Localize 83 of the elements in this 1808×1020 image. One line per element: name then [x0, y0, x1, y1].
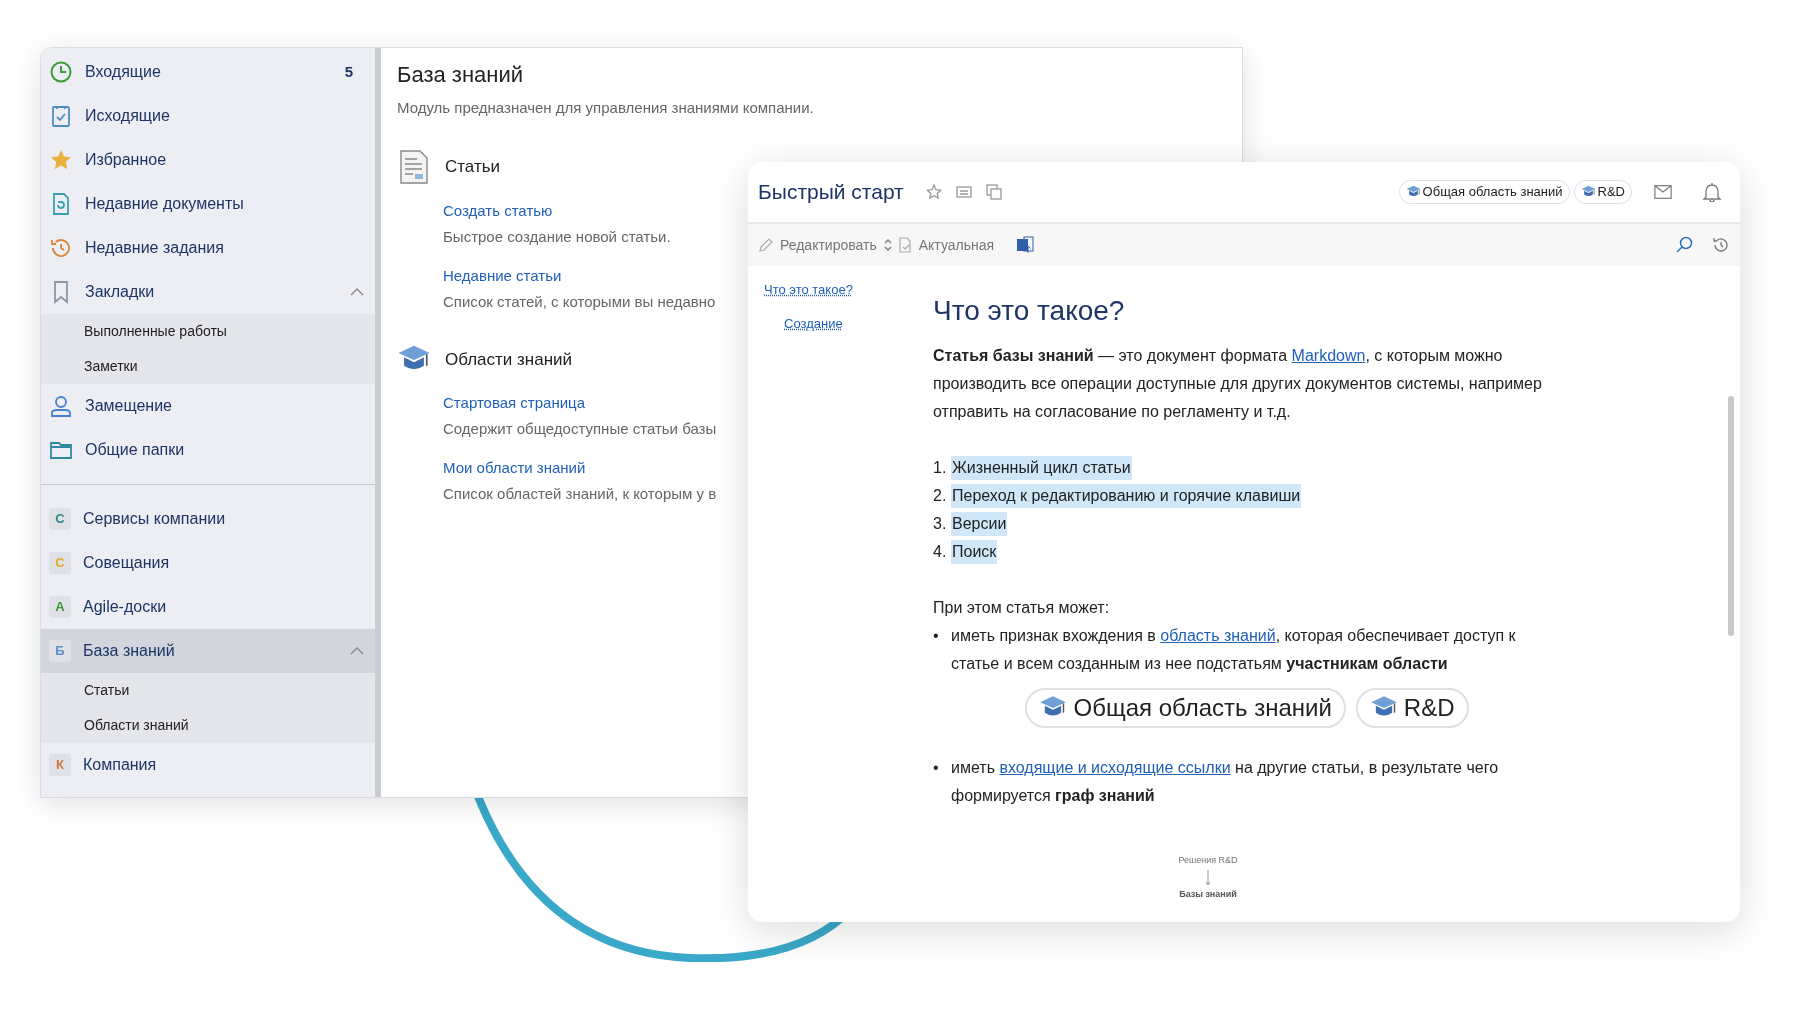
graph-label: Решения R&D	[1178, 854, 1238, 867]
page-description: Модуль предназначен для управления знаниями компании.	[397, 98, 815, 118]
sidebar-subitem[interactable]: Области знаний	[41, 708, 375, 743]
sidebar-item[interactable]: С Совещания	[41, 541, 375, 585]
bullet: •	[933, 626, 940, 646]
pencil-icon	[758, 237, 774, 253]
letter-icon: С	[49, 552, 71, 574]
graph-label: Базы знаний	[1179, 887, 1237, 901]
letter-icon: A	[49, 596, 71, 618]
star-icon[interactable]	[925, 184, 942, 200]
page-title: База знаний	[397, 61, 525, 89]
toc-link[interactable]: Что это такое?	[764, 280, 933, 300]
list-number: 3.	[933, 514, 948, 534]
tag[interactable]: R&D	[1355, 688, 1469, 728]
history-icon[interactable]	[1712, 236, 1730, 254]
person-icon	[49, 394, 73, 418]
link-description: Содержит общедоступные статьи базы	[443, 419, 717, 439]
sidebar-item[interactable]: К Компания	[41, 743, 375, 787]
word-export-icon[interactable]	[1016, 236, 1035, 254]
section-title: Статьи	[445, 155, 501, 178]
bullet: •	[933, 758, 940, 778]
link[interactable]: входящие и исходящие ссылки	[999, 759, 1231, 776]
document-icon	[400, 149, 428, 184]
list-link[interactable]: Поиск	[951, 540, 998, 564]
link[interactable]: Markdown	[1291, 347, 1366, 364]
sidebar-item[interactable]: Входящие 5	[41, 50, 375, 94]
bullet-text: иметь входящие и исходящие ссылки на другие статьи, в результате чего формируется граф знаний	[951, 758, 1500, 806]
sidebar-item[interactable]: Недавние задания	[41, 226, 375, 270]
section-link[interactable]: Создать статью	[443, 199, 553, 222]
star-icon	[49, 148, 73, 172]
list-link[interactable]: Переход к редактированию и горячие клавиши	[951, 484, 1302, 508]
sidebar-item[interactable]: С Сервисы компании	[41, 497, 375, 541]
link-description: Список статей, с которыми вы недавно	[443, 292, 716, 312]
graduation-cap-icon	[1580, 185, 1596, 199]
section-link[interactable]: Недавние статьи	[443, 264, 562, 287]
sort-caret-icon[interactable]	[882, 238, 893, 252]
article-paragraph: При этом статья может:	[933, 598, 1111, 618]
card-view-icon[interactable]	[955, 184, 972, 200]
link[interactable]: область знаний	[1160, 627, 1276, 644]
bell-icon[interactable]	[1702, 182, 1722, 202]
scrollbar[interactable]	[1728, 396, 1734, 636]
sidebar-subitem[interactable]: Выполненные работы	[41, 314, 375, 349]
list-link[interactable]: Жизненный цикл статьи	[951, 456, 1132, 480]
link-description: Быстрое создание новой статьи.	[443, 227, 671, 247]
history-icon	[49, 236, 73, 260]
article-paragraph: Статья базы знаний — это документ формата Markdown, с которым можно производить все операции доступные для других документов системы, например отправить на согласование по регламенту и т.д.	[933, 346, 1543, 422]
sidebar-item[interactable]: Исходящие	[41, 94, 375, 138]
article-heading: Что это такое?	[933, 294, 1126, 328]
arrow-icon	[1205, 869, 1211, 886]
section-link[interactable]: Мои области знаний	[443, 456, 586, 479]
sidebar-item[interactable]: Закладки	[41, 270, 375, 314]
document-check-icon	[896, 237, 913, 253]
toc-link[interactable]: Создание	[784, 313, 933, 333]
sidebar-item[interactable]: A Agile-доски	[41, 585, 375, 629]
sidebar-item[interactable]: Б База знаний	[41, 629, 375, 673]
list-link[interactable]: Версии	[951, 512, 1008, 536]
sidebar-subitem[interactable]: Статьи	[41, 673, 375, 708]
status-button[interactable]: Актуальная	[896, 234, 995, 256]
letter-icon: К	[49, 754, 71, 776]
bullet-text: иметь признак вхождения в область знаний, которая обеспечивает доступ к статье и всем созданным из нее подстатьям участникам области	[951, 626, 1517, 674]
article-title: Быстрый старт	[758, 179, 904, 206]
sidebar-item[interactable]: Недавние документы	[41, 182, 375, 226]
count-label: 5	[344, 61, 354, 82]
section-link[interactable]: Стартовая страница	[443, 391, 586, 414]
sidebar-subitem[interactable]: Заметки	[41, 349, 375, 384]
list-number: 1.	[933, 458, 948, 478]
sidebar-item[interactable]: Избранное	[41, 138, 375, 182]
sidebar-item[interactable]: Замещение	[41, 384, 375, 428]
clipboard-check-icon	[49, 104, 73, 128]
list-number: 4.	[933, 542, 948, 562]
letter-icon: Б	[49, 640, 71, 662]
copy-icon[interactable]	[985, 184, 1002, 200]
section-title: Области знаний	[445, 348, 573, 371]
link-description: Список областей знаний, к которым у в	[443, 484, 717, 504]
graduation-cap-icon	[1405, 185, 1421, 199]
tag[interactable]: Общая область знаний	[1025, 688, 1346, 728]
clock-icon	[49, 60, 73, 84]
search-icon[interactable]	[1676, 236, 1694, 254]
list-number: 2.	[933, 486, 948, 506]
mail-icon[interactable]	[1654, 183, 1672, 201]
edit-button[interactable]: Редактировать	[758, 234, 877, 256]
letter-icon: С	[49, 508, 71, 530]
sidebar-item[interactable]: Общие папки	[41, 428, 375, 472]
